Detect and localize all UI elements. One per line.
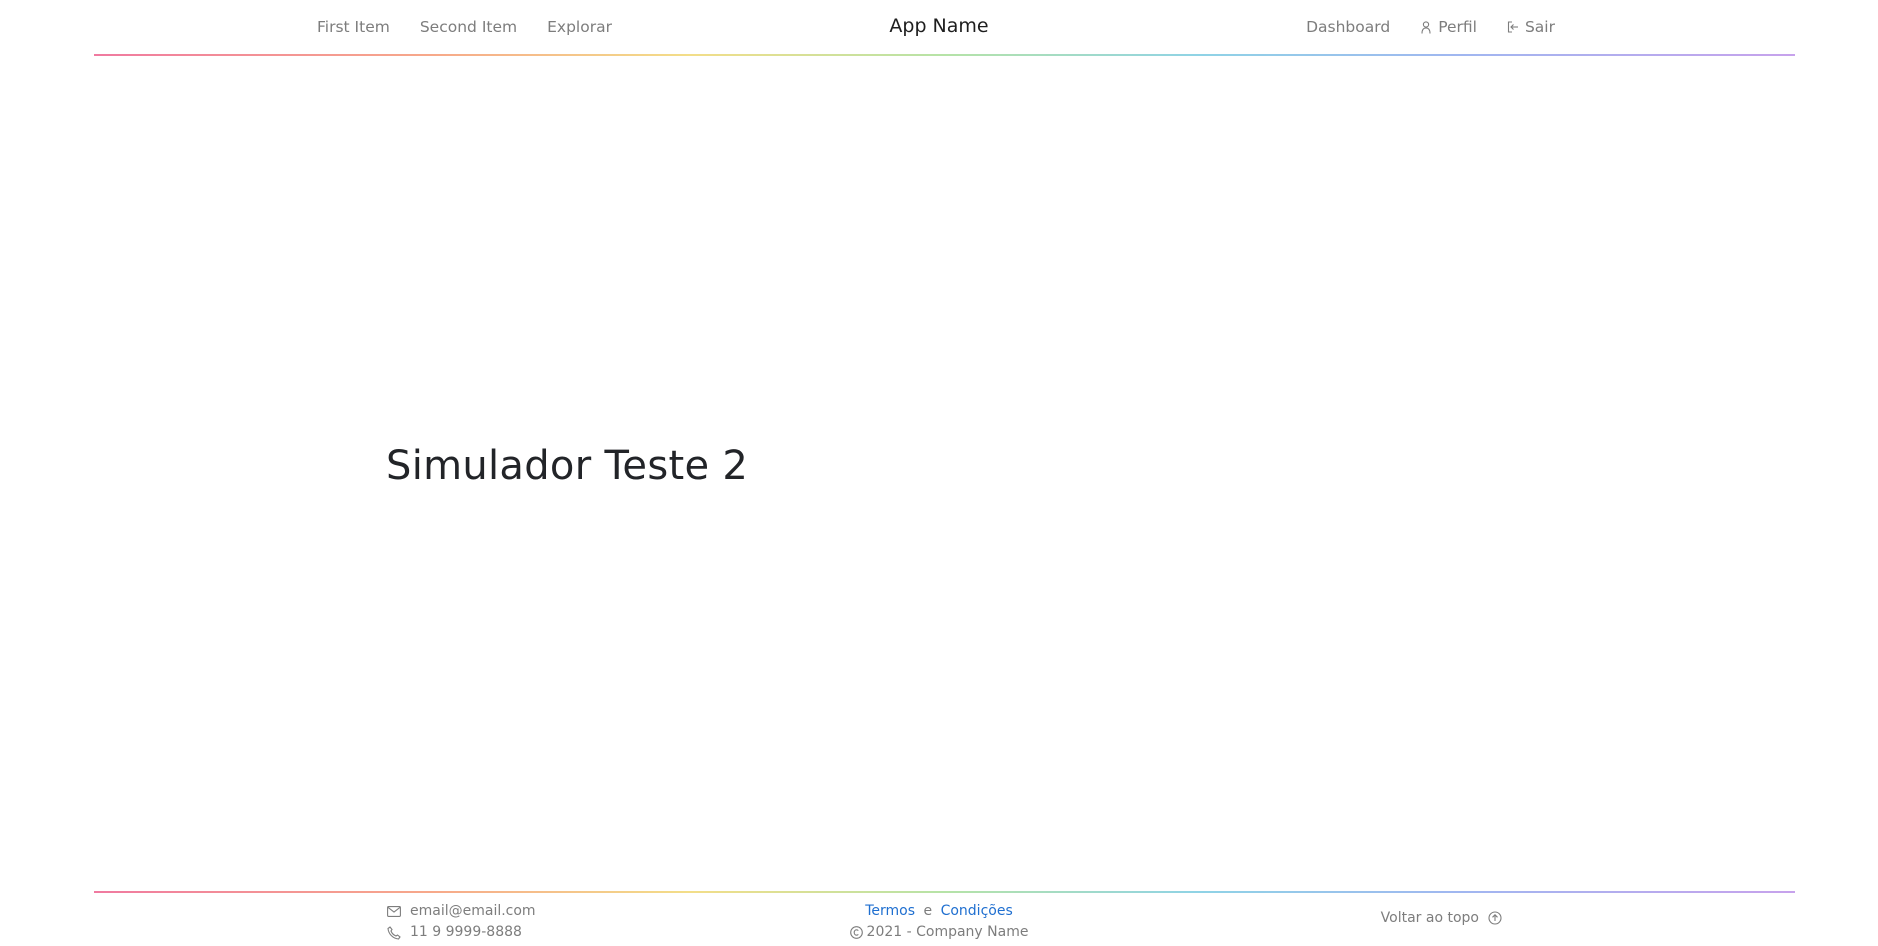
logout-icon	[1507, 20, 1519, 34]
terms-row: Termos e Condições	[0, 901, 1878, 922]
arrow-up-circle-icon	[1488, 911, 1502, 925]
main-content: Simulador Teste 2	[386, 443, 748, 489]
nav-item-sair-label: Sair	[1524, 18, 1555, 36]
nav-item-sair[interactable]: Sair	[1507, 18, 1555, 36]
terms-link[interactable]: Termos	[865, 903, 915, 919]
nav-item-perfil[interactable]: Perfil	[1420, 18, 1477, 36]
nav-right: Dashboard Perfil Sair	[1306, 18, 1555, 36]
copyright-text: 2021 - Company Name	[866, 924, 1029, 940]
back-to-top-link[interactable]: Voltar ao topo	[1381, 910, 1502, 926]
footer-center: Termos e Condições 2021 - Company Name	[0, 901, 1878, 946]
person-icon	[1420, 20, 1432, 34]
nav-item-dashboard-label: Dashboard	[1306, 18, 1391, 36]
copyright-icon	[849, 926, 863, 939]
nav-item-perfil-label: Perfil	[1438, 18, 1477, 36]
app-name-link[interactable]: App Name	[889, 15, 988, 37]
terms-conjunction: e	[923, 903, 933, 919]
copyright: 2021 - Company Name	[849, 922, 1029, 943]
page-title: Simulador Teste 2	[386, 443, 749, 489]
conditions-link[interactable]: Condições	[941, 903, 1013, 919]
navbar: First Item Second Item Explorar App Name…	[0, 0, 1878, 56]
brand: App Name	[0, 15, 1878, 37]
footer: email@email.com 11 9 9999-8888 Termos e …	[0, 893, 1878, 945]
back-to-top-label: Voltar ao topo	[1380, 910, 1479, 926]
navbar-divider	[94, 54, 1795, 56]
nav-item-dashboard[interactable]: Dashboard	[1306, 18, 1390, 36]
